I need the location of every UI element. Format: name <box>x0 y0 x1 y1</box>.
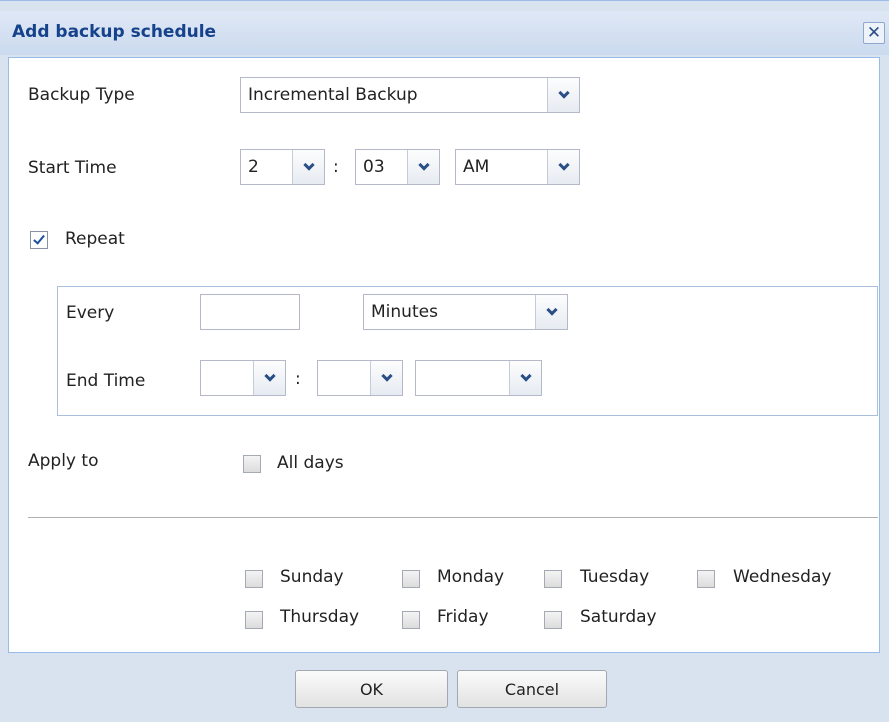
divider <box>28 517 878 518</box>
apply-to-label: Apply to <box>28 451 99 471</box>
backup-type-value: Incremental Backup <box>248 85 418 105</box>
friday-label: Friday <box>437 607 489 627</box>
friday-checkbox[interactable] <box>402 611 420 629</box>
all-days-label: All days <box>277 453 344 473</box>
chevron-down-icon[interactable] <box>370 361 402 395</box>
tuesday-label: Tuesday <box>580 567 650 587</box>
thursday-checkbox[interactable] <box>245 611 263 629</box>
saturday-checkbox[interactable] <box>544 611 562 629</box>
dialog-titlebar[interactable]: Add backup schedule <box>0 11 889 55</box>
thursday-label: Thursday <box>280 607 360 627</box>
start-time-label: Start Time <box>28 158 117 178</box>
chevron-down-icon[interactable] <box>253 361 285 395</box>
monday-label: Monday <box>437 567 505 587</box>
all-days-checkbox[interactable] <box>243 455 261 473</box>
start-hour-value: 2 <box>248 157 259 177</box>
repeat-label: Repeat <box>65 229 125 249</box>
close-icon[interactable]: ✕ <box>863 22 885 44</box>
start-minute-value: 03 <box>363 157 385 177</box>
repeat-unit-value: Minutes <box>371 302 438 322</box>
repeat-unit-select[interactable]: Minutes <box>363 294 568 330</box>
chevron-down-icon[interactable] <box>547 150 579 184</box>
start-minute-select[interactable]: 03 <box>355 149 440 185</box>
check-icon <box>33 232 45 245</box>
time-separator: : <box>333 157 339 177</box>
wednesday-label: Wednesday <box>733 567 832 587</box>
every-input[interactable] <box>200 294 300 330</box>
chevron-down-icon[interactable] <box>509 361 541 395</box>
end-time-separator: : <box>295 369 301 389</box>
sunday-label: Sunday <box>280 567 344 587</box>
wednesday-checkbox[interactable] <box>697 570 715 588</box>
add-backup-schedule-dialog: Add backup schedule ✕ Backup Type Increm… <box>0 0 889 722</box>
every-label: Every <box>66 303 115 323</box>
chevron-down-icon[interactable] <box>535 295 567 329</box>
monday-checkbox[interactable] <box>402 570 420 588</box>
start-hour-select[interactable]: 2 <box>240 149 325 185</box>
backup-type-label: Backup Type <box>28 85 135 105</box>
backup-type-select[interactable]: Incremental Backup <box>240 77 580 113</box>
chevron-down-icon[interactable] <box>407 150 439 184</box>
end-time-label: End Time <box>66 371 146 391</box>
start-ampm-select[interactable]: AM <box>455 149 580 185</box>
tuesday-checkbox[interactable] <box>544 570 562 588</box>
sunday-checkbox[interactable] <box>245 570 263 588</box>
ok-button[interactable]: OK <box>295 670 448 708</box>
dialog-title: Add backup schedule <box>12 22 217 42</box>
end-ampm-select[interactable] <box>415 360 542 396</box>
start-ampm-value: AM <box>463 157 490 177</box>
end-minute-select[interactable] <box>317 360 403 396</box>
repeat-checkbox[interactable] <box>30 231 48 249</box>
chevron-down-icon[interactable] <box>292 150 324 184</box>
chevron-down-icon[interactable] <box>547 78 579 112</box>
saturday-label: Saturday <box>580 607 657 627</box>
end-hour-select[interactable] <box>200 360 286 396</box>
cancel-button[interactable]: Cancel <box>457 670 607 708</box>
